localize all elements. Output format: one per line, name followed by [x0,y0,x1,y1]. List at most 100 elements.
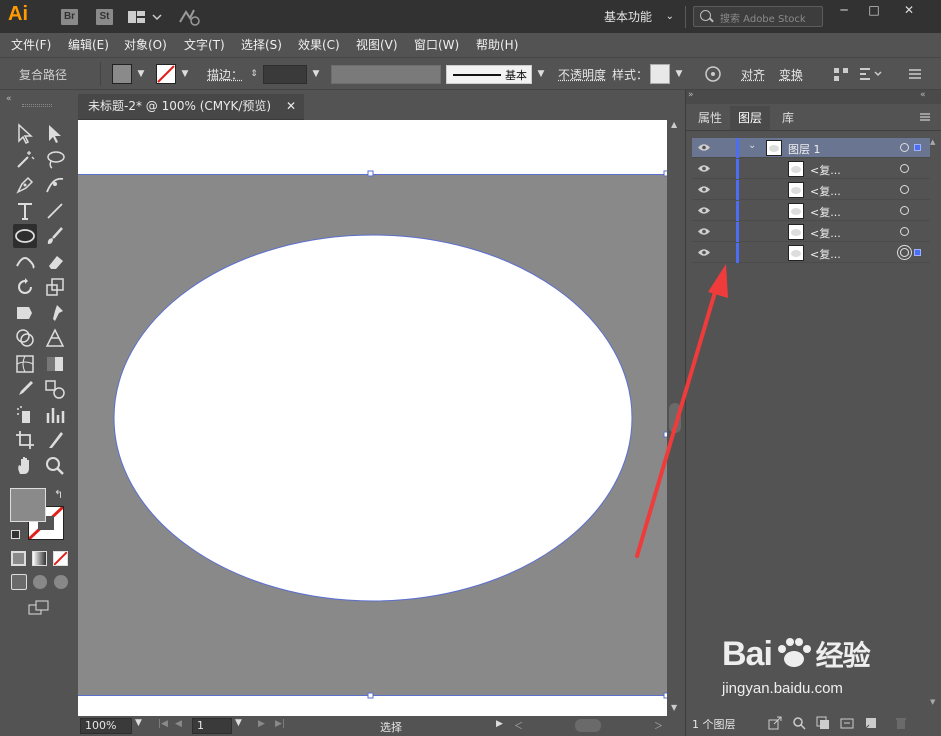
type-tool-icon[interactable] [13,199,37,223]
artboard-number-input[interactable]: 1 [192,718,232,734]
layer-row[interactable]: <复... [692,159,930,179]
target-circle-icon[interactable] [900,143,909,152]
perspective-grid-tool-icon[interactable] [43,326,67,350]
eraser-tool-icon[interactable] [43,250,67,274]
target-selected-icon[interactable] [900,248,909,257]
lasso-tool-icon[interactable] [43,148,67,172]
default-colors-icon[interactable] [11,530,20,539]
zoom-tool-icon[interactable] [43,454,67,478]
recolor-artwork-icon[interactable] [704,66,722,82]
scroll-up-icon[interactable]: ▲ [930,138,935,146]
layers-scrollbar[interactable]: ▲ ▼ [930,138,938,708]
visibility-eye-icon[interactable] [698,143,710,152]
menu-effect[interactable]: 效果(C) [298,36,340,53]
stroke-weight-dropdown[interactable]: ▼ [309,64,323,84]
next-artboard-icon[interactable]: ▶ [258,719,265,729]
menu-window[interactable]: 窗口(W) [414,36,459,53]
artboard-dropdown[interactable]: ▼ [235,718,242,728]
menu-file[interactable]: 文件(F) [11,36,51,53]
scroll-right-icon[interactable]: ＞ [654,719,663,732]
draw-inside-icon[interactable] [54,575,68,589]
menu-edit[interactable]: 编辑(E) [68,36,109,53]
expand-panel-icon[interactable]: » [688,90,694,100]
visibility-eye-icon[interactable] [698,164,710,173]
minimize-button[interactable]: ─ [829,0,859,20]
scroll-thumb[interactable] [669,403,681,433]
transform-label[interactable]: 变换 [779,66,803,83]
zoom-dropdown[interactable]: ▼ [135,718,142,728]
close-document-icon[interactable]: ✕ [286,94,296,118]
white-ellipse[interactable] [113,234,633,602]
delete-layer-icon[interactable] [894,716,908,730]
status-menu-icon[interactable]: ▶ [496,719,503,729]
target-circle-icon[interactable] [900,206,909,215]
scale-tool-icon[interactable] [43,275,67,299]
variable-width-profile[interactable] [331,65,441,84]
collapse-panel-icon[interactable]: « [920,90,926,100]
gradient-tool-icon[interactable] [43,352,67,376]
layer-row[interactable]: <复... [692,201,930,221]
vertical-scrollbar[interactable]: ▲ ▼ [667,120,683,716]
width-tool-icon[interactable] [13,301,37,325]
stroke-dropdown[interactable]: ▼ [178,64,192,84]
tab-properties[interactable]: 属性 [690,106,730,130]
pen-tool-icon[interactable] [13,173,37,197]
menu-view[interactable]: 视图(V) [356,36,398,53]
object-name[interactable]: <复... [810,204,841,220]
tab-layers[interactable]: 图层 [730,106,771,130]
draw-normal-icon[interactable] [11,574,27,590]
puppet-warp-tool-icon[interactable] [43,301,67,325]
stroke-weight-stepper[interactable]: ⇕ [247,64,261,84]
symbol-sprayer-tool-icon[interactable] [13,403,37,427]
menu-object[interactable]: 对象(O) [124,36,167,53]
rotate-tool-icon[interactable] [13,275,37,299]
isolate-icon[interactable] [833,66,851,82]
shaper-tool-icon[interactable] [13,250,37,274]
target-circle-icon[interactable] [900,185,909,194]
color-mode-icon[interactable] [11,551,26,566]
layer-row[interactable]: <复... [692,243,930,263]
target-circle-icon[interactable] [900,164,909,173]
close-window-button[interactable]: ✕ [894,0,924,20]
document-tab[interactable]: 未标题-2* @ 100% (CMYK/预览) ✕ [78,94,304,120]
clipping-mask-icon[interactable] [816,716,830,730]
zoom-input[interactable]: 100% [80,718,132,734]
brush-definition[interactable]: 基本 [446,65,532,84]
menu-type[interactable]: 文字(T) [184,36,225,53]
hand-tool-icon[interactable] [13,454,37,478]
column-graph-tool-icon[interactable] [43,403,67,427]
fill-color-front[interactable] [10,488,46,522]
export-icon[interactable] [768,716,782,730]
target-circle-icon[interactable] [900,227,909,236]
stock-search-input[interactable]: 搜索 Adobe Stock [693,6,823,27]
selection-handle[interactable] [367,170,374,177]
arrange-icon[interactable] [858,66,884,82]
last-artboard-icon[interactable]: ▶| [275,719,285,729]
opacity-label[interactable]: 不透明度 [558,66,606,83]
new-layer-icon[interactable] [864,716,878,730]
locate-object-icon[interactable] [792,716,806,730]
screen-mode-icon[interactable] [28,600,50,616]
object-name[interactable]: <复... [810,162,841,178]
align-label[interactable]: 对齐 [741,66,765,83]
visibility-eye-icon[interactable] [698,206,710,215]
canvas[interactable] [78,120,667,716]
collapse-panel-icon[interactable]: « [6,94,12,104]
layer-row[interactable]: <复... [692,222,930,242]
slice-tool-icon[interactable] [43,428,67,452]
scroll-left-icon[interactable]: ＜ [514,719,523,732]
curvature-tool-icon[interactable] [43,173,67,197]
artboard-tool-icon[interactable] [13,428,37,452]
menu-help[interactable]: 帮助(H) [476,36,518,53]
object-name[interactable]: <复... [810,225,841,241]
blend-tool-icon[interactable] [43,377,67,401]
selection-tool-icon[interactable] [13,122,37,146]
maximize-button[interactable]: □ [859,0,889,20]
scroll-up-icon[interactable]: ▲ [671,120,677,129]
gradient-mode-icon[interactable] [32,551,47,566]
visibility-eye-icon[interactable] [698,248,710,257]
graphic-style-swatch[interactable] [650,64,670,84]
fill-dropdown[interactable]: ▼ [134,64,148,84]
selection-handle[interactable] [367,692,374,699]
menu-select[interactable]: 选择(S) [241,36,282,53]
